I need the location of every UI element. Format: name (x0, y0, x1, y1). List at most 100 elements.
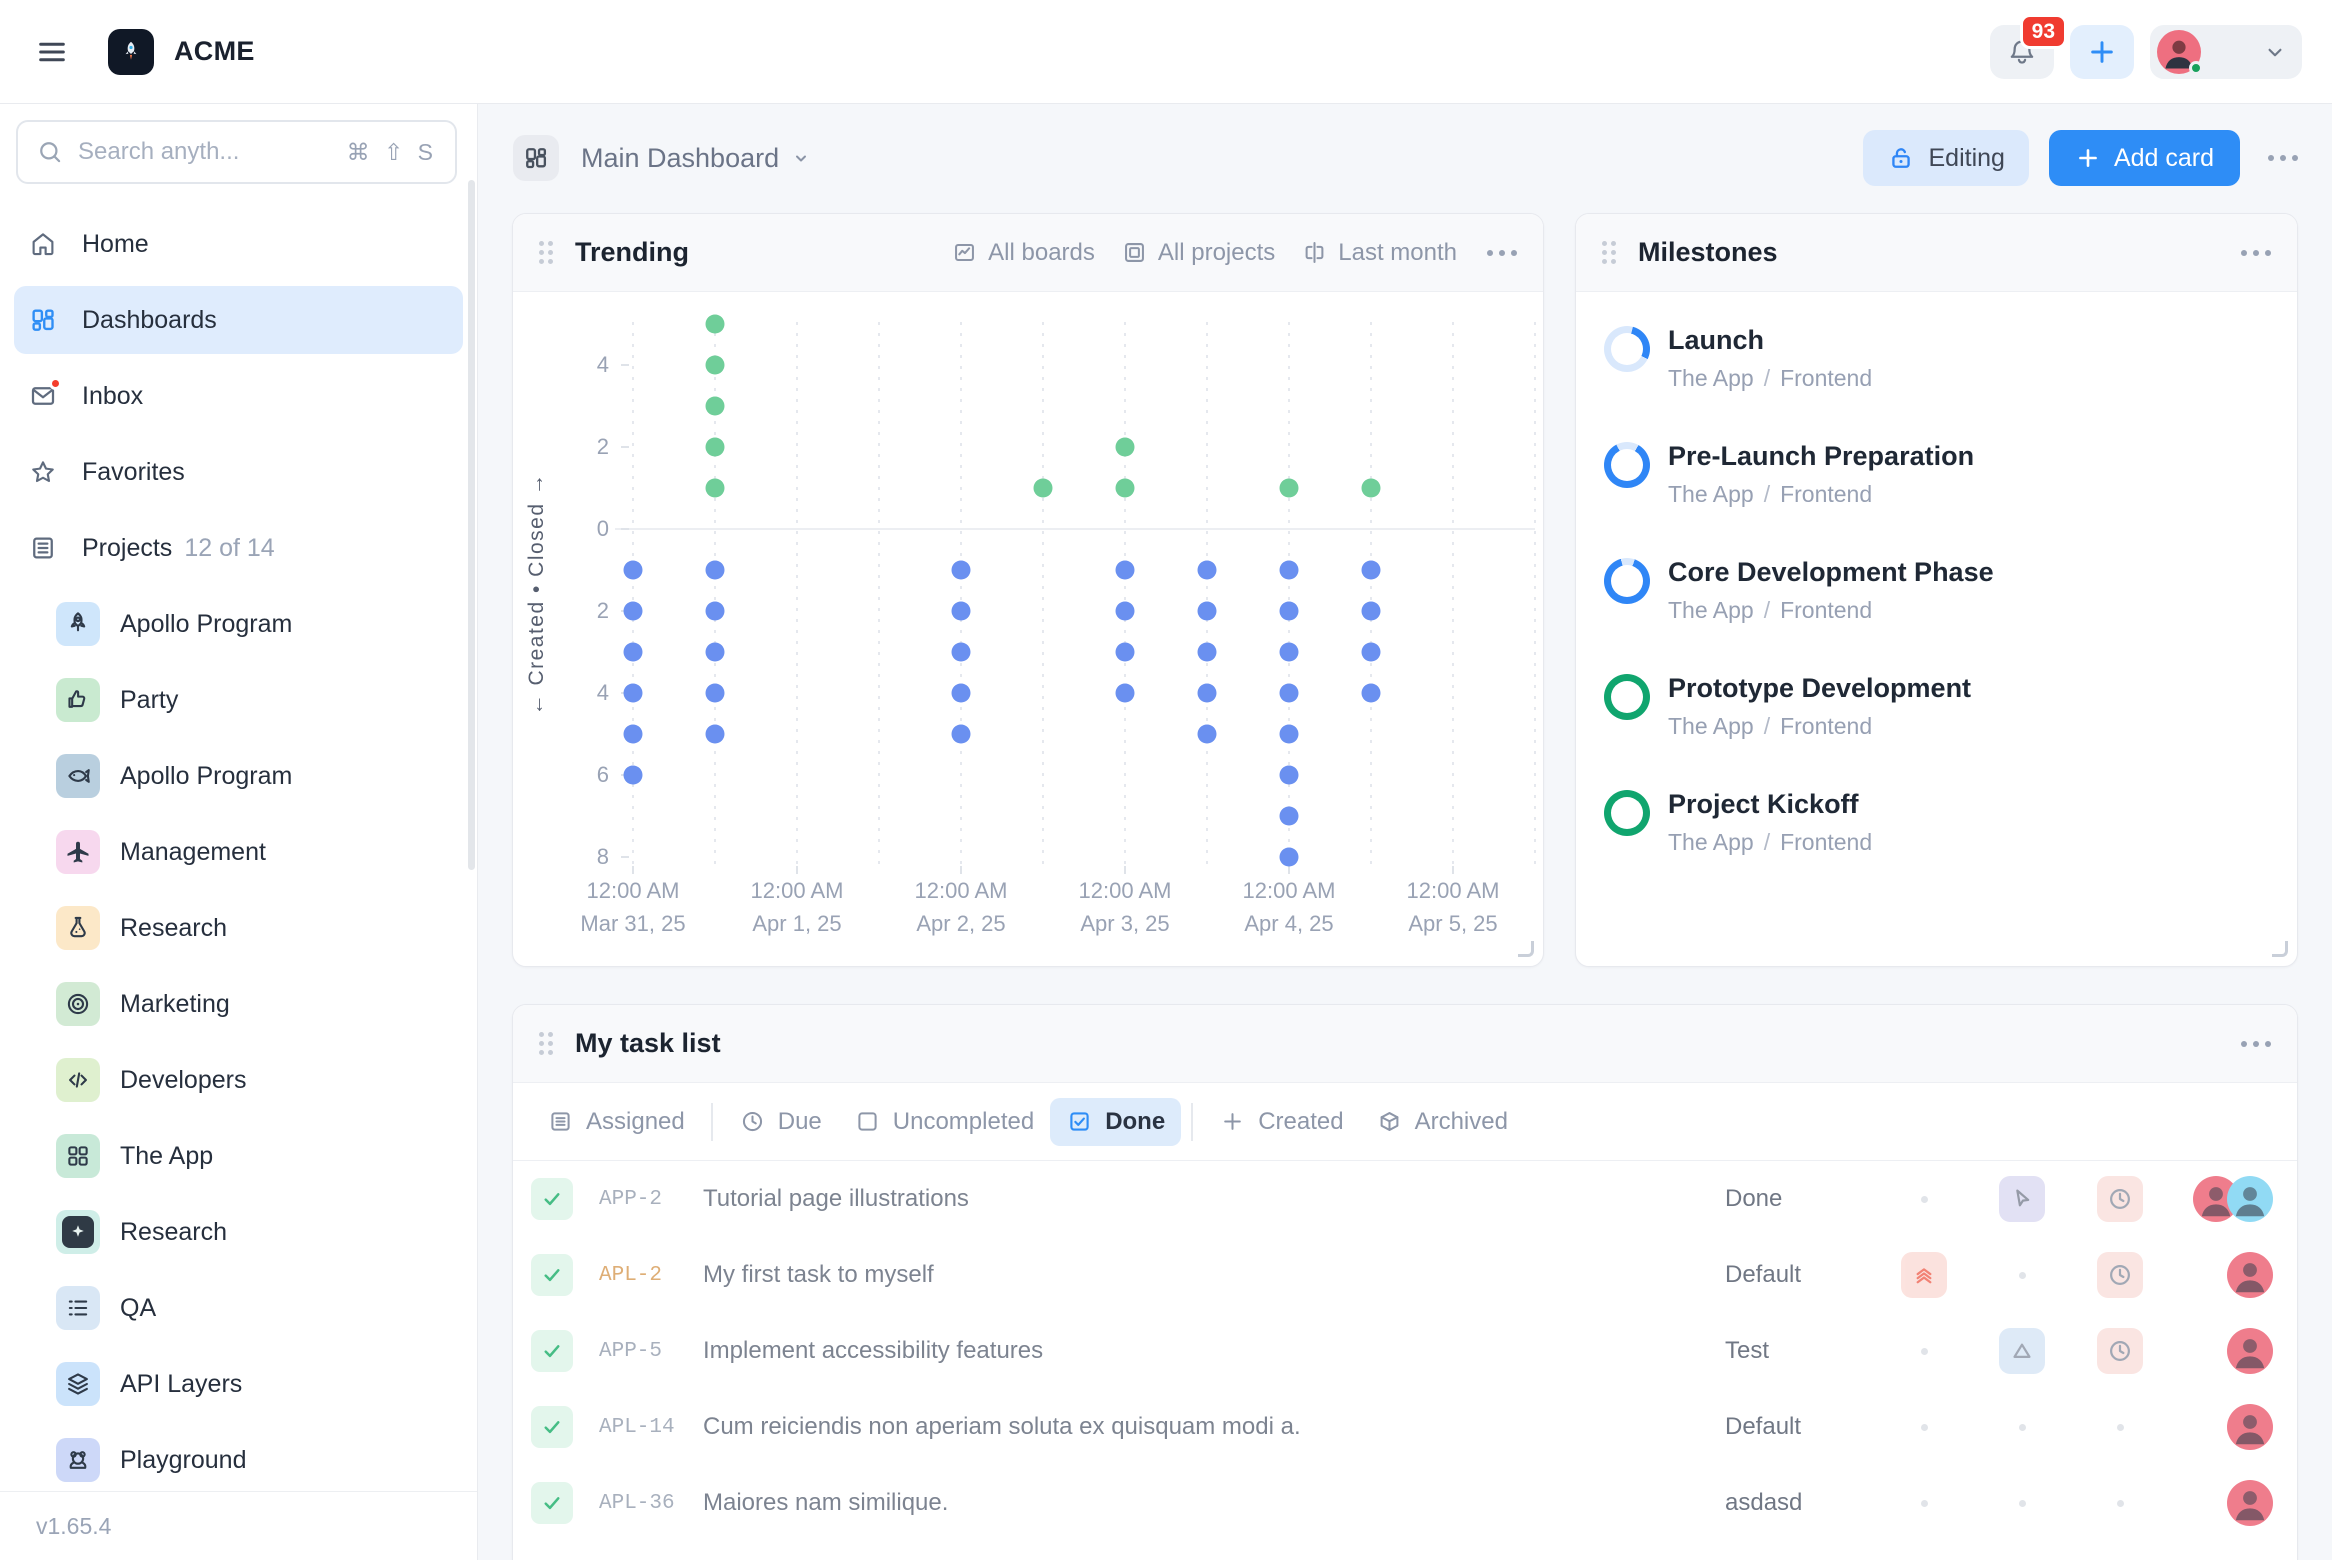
milestone-item[interactable]: Project KickoffThe App/Frontend (1576, 776, 2297, 892)
milestone-project: The App (1668, 481, 1754, 507)
assignee-avatar[interactable] (2227, 1404, 2273, 1450)
sidebar-project-research[interactable]: Research (14, 894, 463, 962)
milestone-progress-ring (1604, 558, 1650, 604)
task-row[interactable]: APL-14Cum reiciendis non aperiam soluta … (513, 1389, 2297, 1465)
task-filter-assigned[interactable]: Assigned (531, 1098, 701, 1146)
create-button[interactable] (2070, 25, 2134, 79)
urgent-icon[interactable] (1901, 1252, 1947, 1298)
slash-separator: / (1764, 365, 1770, 391)
project-label: Developers (120, 1066, 246, 1095)
task-checkbox[interactable] (531, 1330, 573, 1372)
sidebar-project-marketing[interactable]: Marketing (14, 970, 463, 1038)
assignee-avatar[interactable] (2227, 1176, 2273, 1222)
sidebar-project-api-layers[interactable]: API Layers (14, 1350, 463, 1418)
project-label: Management (120, 838, 266, 867)
milestones-more-button[interactable] (2241, 250, 2271, 256)
task-row[interactable]: APP-2Tutorial page illustrationsDone (513, 1161, 2297, 1237)
project-label: Marketing (120, 990, 230, 1019)
assignee-avatar[interactable] (2227, 1328, 2273, 1374)
add-card-button[interactable]: Add card (2049, 130, 2240, 186)
filter-label: Uncompleted (893, 1108, 1034, 1136)
svg-text:Apr 2, 25: Apr 2, 25 (916, 911, 1005, 936)
drag-handle[interactable] (1602, 241, 1616, 264)
sidebar-project-developers[interactable]: Developers (14, 1046, 463, 1114)
sidebar-project-apollo-program[interactable]: Apollo Program (14, 742, 463, 810)
sidebar-item-favorites[interactable]: Favorites (14, 438, 463, 506)
sidebar-project-the-app[interactable]: The App (14, 1122, 463, 1190)
task-row[interactable]: APL-36Maiores nam similique.asdasd (513, 1465, 2297, 1541)
drag-handle[interactable] (539, 241, 553, 264)
sidebar-item-home[interactable]: Home (14, 210, 463, 278)
filter-label: All boards (988, 239, 1095, 267)
sidebar-item-projects[interactable]: Projects 12 of 14 (14, 514, 463, 582)
assignee-avatar[interactable] (2227, 1252, 2273, 1298)
sidebar-project-apollo-program[interactable]: Apollo Program (14, 590, 463, 658)
dashboard-title-dropdown[interactable]: Main Dashboard (581, 143, 813, 174)
milestone-item[interactable]: Core Development PhaseThe App/Frontend (1576, 544, 2297, 660)
task-row[interactable]: APP-5Implement accessibility featuresTes… (513, 1313, 2297, 1389)
sidebar-project-party[interactable]: Party (14, 666, 463, 734)
svg-text:4: 4 (597, 680, 609, 705)
task-filter-archived[interactable]: Archived (1360, 1098, 1524, 1146)
notifications-button[interactable]: 93 (1990, 25, 2054, 79)
search-input[interactable]: Search anyth... ⌘ ⇧ S (16, 120, 457, 184)
sidebar-project-playground[interactable]: Playground (14, 1426, 463, 1494)
priority-cell (1875, 1500, 1973, 1507)
sidebar-item-inbox[interactable]: Inbox (14, 362, 463, 430)
assignee-avatar[interactable] (2227, 1480, 2273, 1526)
sidebar-project-research[interactable]: Research (14, 1198, 463, 1266)
resize-handle-icon[interactable] (2272, 941, 2288, 957)
trending-more-button[interactable] (1487, 250, 1517, 256)
sidebar-project-management[interactable]: Management (14, 818, 463, 886)
task-filter-created[interactable]: Created (1203, 1098, 1359, 1146)
cursor-icon[interactable] (1999, 1176, 2045, 1222)
inbox-mail-icon (28, 381, 58, 411)
drag-handle[interactable] (539, 1032, 553, 1055)
workspace-logo[interactable] (108, 29, 154, 75)
project-label: QA (120, 1294, 156, 1323)
clock-icon[interactable] (2097, 1252, 2143, 1298)
square-icon (854, 1108, 881, 1135)
task-row[interactable]: APL-2My first task to myselfDefault (513, 1237, 2297, 1313)
dashboard-header: Main Dashboard Editing Add card (513, 128, 2298, 188)
svg-text:Mar 31, 25: Mar 31, 25 (580, 911, 685, 936)
plus-icon (2086, 36, 2118, 68)
editing-toggle-button[interactable]: Editing (1863, 130, 2028, 186)
svg-text:12:00 AM: 12:00 AM (1243, 878, 1336, 903)
trending-filter-all-projects[interactable]: All projects (1121, 239, 1275, 267)
svg-text:Apr 5, 25: Apr 5, 25 (1408, 911, 1497, 936)
triangle-icon[interactable] (1999, 1328, 2045, 1374)
task-checkbox[interactable] (531, 1482, 573, 1524)
task-filter-due[interactable]: Due (723, 1098, 838, 1146)
milestone-item[interactable]: Pre-Launch PreparationThe App/Frontend (1576, 428, 2297, 544)
add-card-label: Add card (2114, 144, 2214, 173)
task-checkbox[interactable] (531, 1178, 573, 1220)
task-filter-done[interactable]: Done (1050, 1098, 1181, 1146)
dashboard-more-button[interactable] (2268, 155, 2298, 161)
account-menu[interactable] (2150, 25, 2302, 79)
trending-filter-last-month[interactable]: Last month (1301, 239, 1457, 267)
sidebar-project-qa[interactable]: QA (14, 1274, 463, 1342)
tasklist-more-button[interactable] (2241, 1041, 2271, 1047)
milestone-title: Prototype Development (1668, 672, 2277, 704)
milestone-progress-ring (1604, 790, 1650, 836)
clock-icon[interactable] (2097, 1328, 2143, 1374)
task-filter-uncompleted[interactable]: Uncompleted (838, 1098, 1050, 1146)
clock-icon[interactable] (2097, 1176, 2143, 1222)
resize-handle-icon[interactable] (1518, 941, 1534, 957)
project-label: The App (120, 1142, 213, 1171)
trending-title: Trending (575, 237, 689, 268)
page-title: Main Dashboard (581, 143, 779, 174)
milestone-item[interactable]: Prototype DevelopmentThe App/Frontend (1576, 660, 2297, 776)
sidebar-scrollbar[interactable] (468, 180, 475, 870)
task-checkbox[interactable] (531, 1254, 573, 1296)
hamburger-menu-icon[interactable] (30, 30, 74, 74)
svg-text:6: 6 (597, 762, 609, 787)
filter-label: All projects (1158, 239, 1275, 267)
empty-value-dot (1921, 1500, 1928, 1507)
milestone-space: Frontend (1780, 597, 1872, 623)
sidebar-item-dashboards[interactable]: Dashboards (14, 286, 463, 354)
task-checkbox[interactable] (531, 1406, 573, 1448)
milestone-item[interactable]: LaunchThe App/Frontend (1576, 312, 2297, 428)
trending-filter-all-boards[interactable]: All boards (951, 239, 1095, 267)
